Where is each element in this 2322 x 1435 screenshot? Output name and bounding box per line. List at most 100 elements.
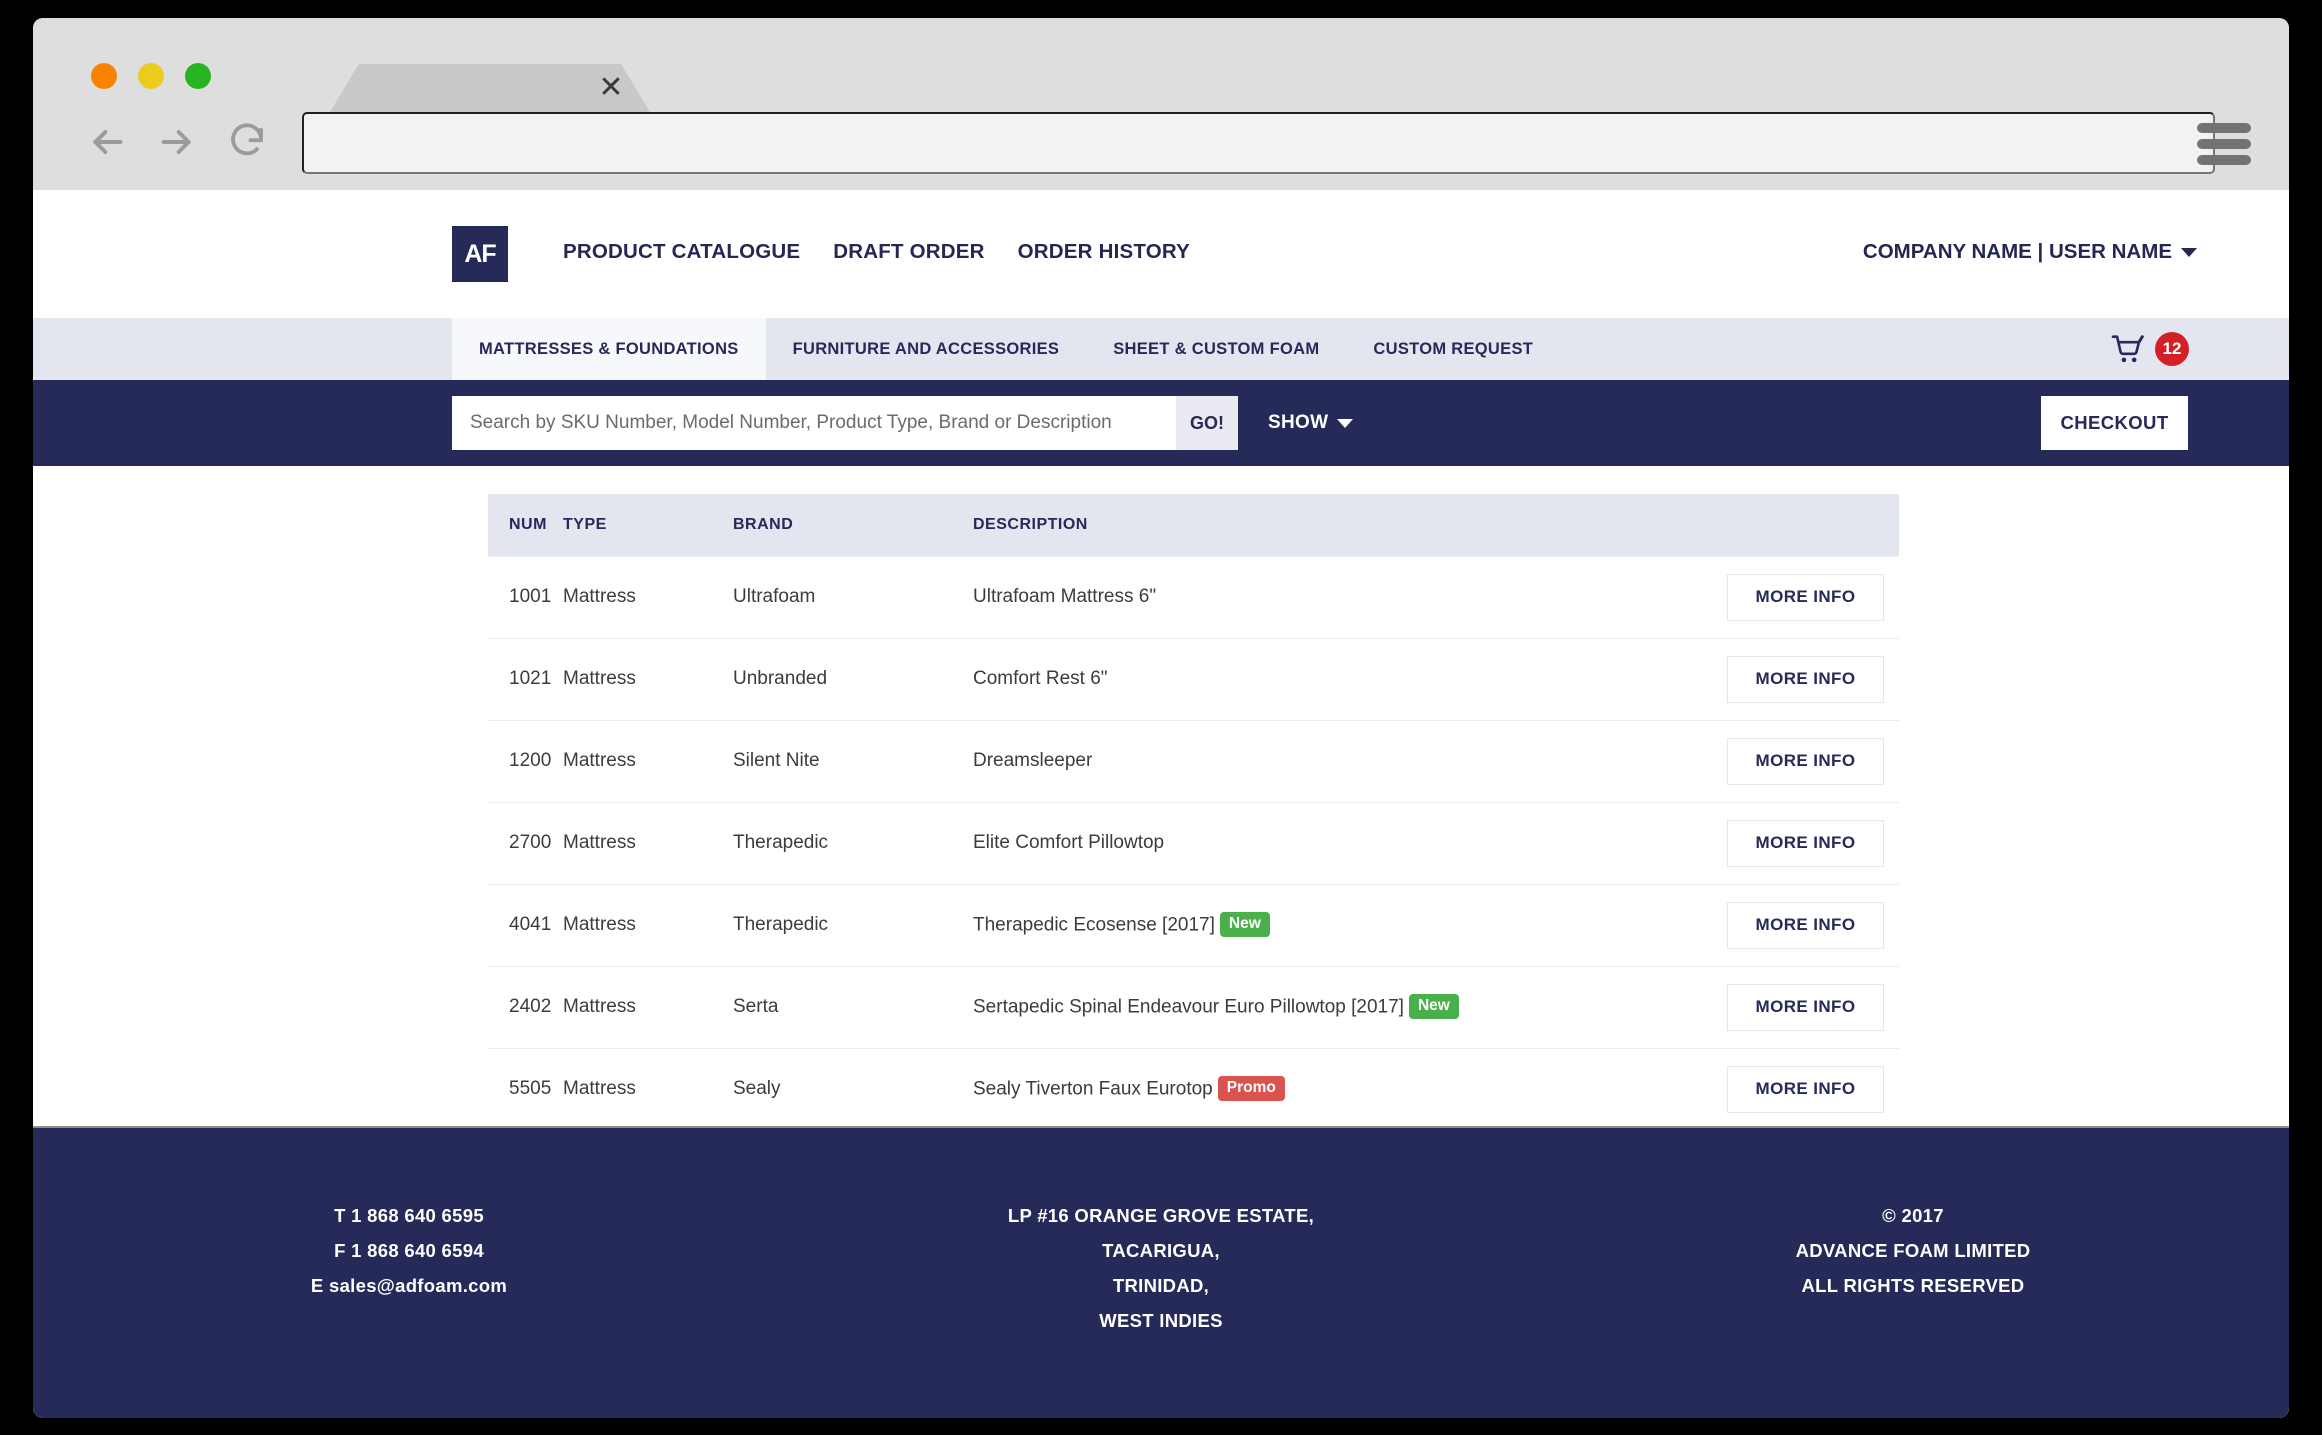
nav-item-order-history[interactable]: ORDER HISTORY	[1018, 240, 1190, 264]
cell-actions: MORE INFO	[1718, 966, 1899, 1049]
table-row: 1200 Mattress Silent Nite Dreamsleeper MORE …	[488, 720, 1899, 803]
tab-close-icon[interactable]: ✕	[591, 68, 631, 108]
footer-contact-column: T 1 868 640 6595 F 1 868 640 6594 E sales@…	[33, 1128, 785, 1418]
more-info-button[interactable]: MORE INFO	[1727, 655, 1884, 703]
cell-actions: MORE INFO	[1718, 555, 1899, 639]
more-info-button[interactable]: MORE INFO	[1727, 737, 1884, 785]
more-info-button[interactable]: MORE INFO	[1727, 901, 1884, 949]
site-logo[interactable]: AF	[452, 226, 508, 282]
status-badge: Promo	[1217, 1075, 1285, 1101]
cell-actions: MORE INFO	[1718, 1048, 1899, 1131]
nav-item-draft-order[interactable]: DRAFT ORDER	[833, 240, 984, 264]
minimize-window-button[interactable]	[138, 63, 164, 89]
cell-description: Ultrafoam Mattress 6"	[973, 555, 1718, 639]
cell-description: Dreamsleeper	[973, 720, 1718, 803]
table-row: 2402 Mattress Serta Sertapedic Spinal Endea…	[488, 966, 1899, 1049]
table-row: 1021 Mattress Unbranded Comfort Rest 6" MORE…	[488, 638, 1899, 721]
browser-chrome: ✕	[33, 18, 2289, 190]
cell-brand: Sealy	[733, 1048, 973, 1131]
shopping-cart-icon[interactable]	[2111, 334, 2145, 364]
hamburger-menu-icon[interactable]	[2197, 123, 2251, 165]
search-band: GO! SHOW CHECKOUT	[33, 380, 2289, 466]
search-input[interactable]	[452, 396, 1176, 450]
footer-copyright-column: © 2017 ADVANCE FOAM LIMITED ALL RIGHTS RES…	[1537, 1128, 2289, 1418]
product-list-area: NUM TYPE BRAND DESCRIPTION 1001 Mattress U…	[33, 466, 2289, 1131]
category-tab-mattresses-and-foundations[interactable]: MATTRESSES & FOUNDATIONS	[452, 318, 766, 380]
user-account-menu[interactable]: COMPANY NAME | USER NAME	[1863, 240, 2197, 264]
column-header-description: DESCRIPTION	[973, 494, 1718, 556]
cell-description: Elite Comfort Pillowtop	[973, 802, 1718, 885]
back-arrow-icon[interactable]	[83, 118, 131, 166]
description-text: Sealy Tiverton Faux Eurotop	[973, 1078, 1213, 1100]
table-row: 1001 Mattress Ultrafoam Ultrafoam Mattress …	[488, 555, 1899, 639]
search-go-button[interactable]: GO!	[1176, 396, 1238, 450]
category-nav: MATTRESSES & FOUNDATIONS FURNITURE AND A…	[33, 318, 2289, 380]
cell-brand: Serta	[733, 966, 973, 1049]
cell-num: 1001	[488, 555, 563, 639]
cell-brand: Unbranded	[733, 638, 973, 721]
web-page: AF PRODUCT CATALOGUE DRAFT ORDER ORDER H…	[33, 190, 2289, 1418]
cell-type: Mattress	[563, 802, 733, 885]
cell-brand: Therapedic	[733, 884, 973, 967]
chevron-down-icon	[1337, 418, 1354, 428]
description-text: Therapedic Ecosense [2017]	[973, 914, 1215, 936]
category-tab-custom-request[interactable]: CUSTOM REQUEST	[1346, 318, 1560, 380]
footer-contact-line: E sales@adfoam.com	[310, 1275, 508, 1296]
cell-actions: MORE INFO	[1718, 720, 1899, 803]
cell-brand: Therapedic	[733, 802, 973, 885]
search-box: GO!	[452, 396, 1238, 450]
column-header-actions	[1718, 494, 1899, 556]
cell-type: Mattress	[563, 966, 733, 1049]
cell-num: 1200	[488, 720, 563, 803]
cell-num: 5505	[488, 1048, 563, 1131]
status-badge: New	[1219, 911, 1270, 937]
cell-actions: MORE INFO	[1718, 884, 1899, 967]
table-row: 4041 Mattress Therapedic Therapedic Ecosens…	[488, 884, 1899, 967]
cell-brand: Silent Nite	[733, 720, 973, 803]
show-dropdown[interactable]: SHOW	[1268, 412, 1354, 434]
window-controls	[91, 63, 211, 89]
browser-window: ✕ AF PRODUCT CATALOGUE DRAFT ORDER ORDER…	[33, 18, 2289, 1418]
address-bar[interactable]	[302, 112, 2215, 174]
maximize-window-button[interactable]	[185, 63, 211, 89]
cart-area[interactable]: 12	[2111, 318, 2189, 380]
footer-contact-line: T 1 868 640 6595	[334, 1205, 484, 1226]
cell-description: Therapedic Ecosense [2017] New	[973, 884, 1718, 967]
column-header-num: NUM	[488, 494, 563, 556]
cell-description: Sertapedic Spinal Endeavour Euro Pillowt…	[973, 966, 1718, 1049]
footer-copyright-line: ALL RIGHTS RESERVED	[1801, 1275, 2025, 1296]
description-text: Comfort Rest 6"	[973, 668, 1108, 689]
description-text: Dreamsleeper	[973, 750, 1093, 771]
footer-copyright-line: © 2017	[1882, 1205, 1944, 1226]
product-table: NUM TYPE BRAND DESCRIPTION 1001 Mattress U…	[488, 494, 1899, 1131]
site-header: AF PRODUCT CATALOGUE DRAFT ORDER ORDER H…	[33, 190, 2289, 318]
footer-address-line: TACARIGUA,	[1102, 1240, 1220, 1261]
column-header-type: TYPE	[563, 494, 733, 556]
table-header-row: NUM TYPE BRAND DESCRIPTION	[488, 494, 1899, 556]
category-tab-furniture-and-accessories[interactable]: FURNITURE AND ACCESSORIES	[766, 318, 1087, 380]
cell-num: 1021	[488, 638, 563, 721]
nav-item-product-catalogue[interactable]: PRODUCT CATALOGUE	[563, 240, 800, 264]
checkout-button[interactable]: CHECKOUT	[2041, 396, 2188, 450]
reload-icon[interactable]	[223, 118, 271, 166]
product-table-body: 1001 Mattress Ultrafoam Ultrafoam Mattress …	[488, 555, 1899, 1131]
cell-description: Comfort Rest 6"	[973, 638, 1718, 721]
close-window-button[interactable]	[91, 63, 117, 89]
more-info-button[interactable]: MORE INFO	[1727, 1065, 1884, 1113]
description-text: Ultrafoam Mattress 6"	[973, 586, 1157, 607]
main-nav: PRODUCT CATALOGUE DRAFT ORDER ORDER HIST…	[563, 240, 1190, 264]
category-tab-sheet-and-custom-foam[interactable]: SHEET & CUSTOM FOAM	[1086, 318, 1346, 380]
logo-text: AF	[464, 239, 496, 268]
cell-actions: MORE INFO	[1718, 802, 1899, 885]
cell-brand: Ultrafoam	[733, 555, 973, 639]
more-info-button[interactable]: MORE INFO	[1727, 983, 1884, 1031]
footer-address-line: TRINIDAD,	[1112, 1275, 1210, 1296]
show-dropdown-label: SHOW	[1268, 412, 1329, 433]
status-badge: New	[1408, 993, 1459, 1019]
forward-arrow-icon[interactable]	[153, 118, 201, 166]
cell-actions: MORE INFO	[1718, 638, 1899, 721]
more-info-button[interactable]: MORE INFO	[1727, 573, 1884, 621]
cell-num: 2402	[488, 966, 563, 1049]
user-account-label: COMPANY NAME | USER NAME	[1862, 240, 2172, 263]
more-info-button[interactable]: MORE INFO	[1727, 819, 1884, 867]
